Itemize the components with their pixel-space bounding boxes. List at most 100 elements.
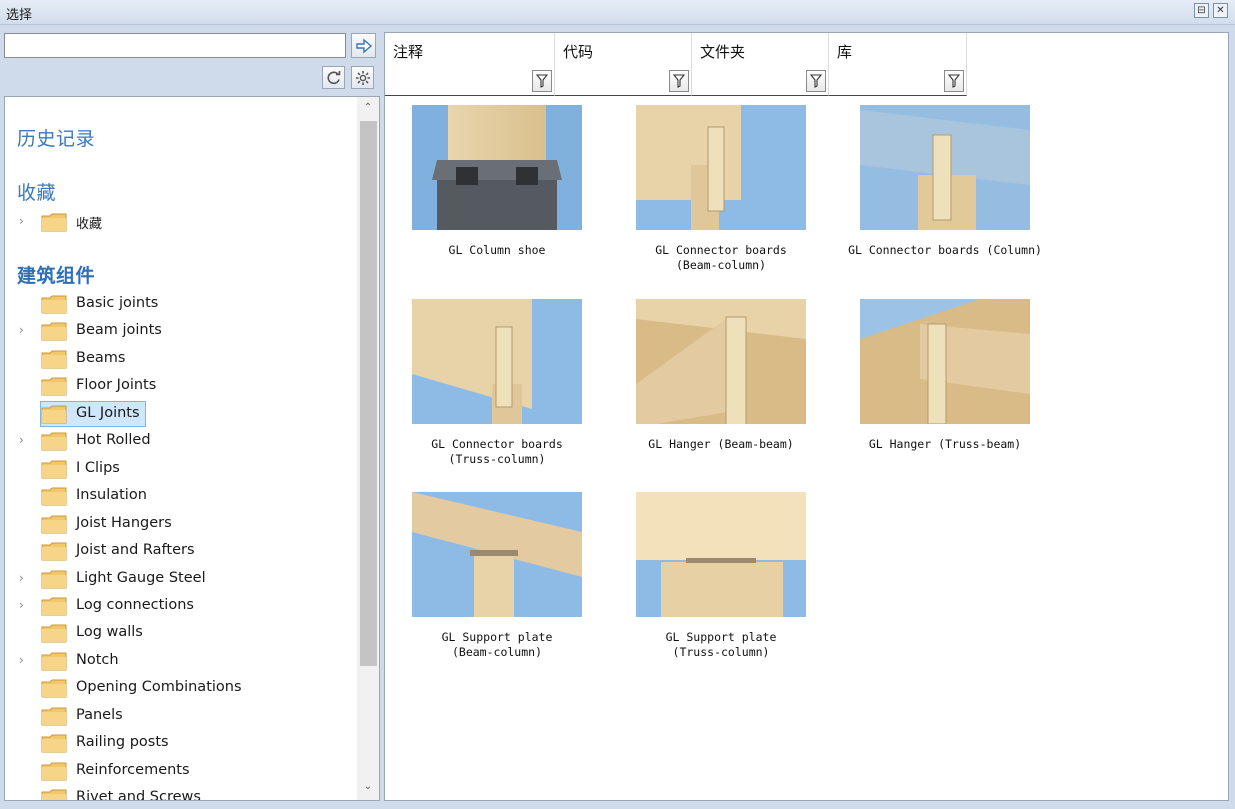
chevron-right-icon[interactable]: › bbox=[19, 215, 29, 227]
filter-button[interactable] bbox=[669, 70, 689, 92]
tree-item[interactable]: › Beam joints bbox=[13, 318, 353, 344]
tree-item[interactable]: › Light Gauge Steel bbox=[13, 566, 353, 592]
thumbnail-image[interactable] bbox=[636, 299, 806, 424]
chevron-right-icon[interactable]: › bbox=[19, 599, 29, 611]
component-thumbnail[interactable]: GL Connector boards (Truss-column) bbox=[412, 299, 632, 479]
folder-icon bbox=[41, 597, 67, 616]
component-thumbnail[interactable]: GL Support plate (Truss-column) bbox=[636, 492, 856, 672]
tree-item-label: Joist Hangers bbox=[76, 514, 172, 531]
folder-icon bbox=[41, 405, 67, 424]
thumbnail-caption: GL Hanger (Beam-beam) bbox=[648, 437, 794, 451]
chevron-right-icon[interactable]: › bbox=[19, 572, 29, 584]
filter-button[interactable] bbox=[944, 70, 964, 92]
thumbnail-caption: GL Support plate (Truss-column) bbox=[665, 630, 777, 659]
scrollbar-thumb[interactable] bbox=[360, 121, 377, 666]
tree-item-label: Floor Joints bbox=[76, 377, 157, 394]
settings-button[interactable] bbox=[351, 66, 374, 89]
tree-item-label: GL Joints bbox=[76, 404, 140, 421]
search-input[interactable] bbox=[4, 33, 346, 58]
thumbnail-image[interactable] bbox=[636, 105, 806, 230]
tree-item-label: Railing posts bbox=[76, 734, 169, 751]
tree-item[interactable]: Reinforcements bbox=[13, 758, 353, 784]
folder-icon bbox=[41, 213, 67, 232]
close-icon[interactable]: ✕ bbox=[1213, 3, 1228, 18]
folder-icon bbox=[41, 460, 67, 479]
refresh-button[interactable] bbox=[322, 66, 345, 89]
folder-icon bbox=[41, 570, 67, 588]
folder-icon bbox=[41, 377, 67, 396]
content-panel: 注释 代码 文件夹 库 GL Column shoe GL Connector boar… bbox=[384, 32, 1229, 801]
column-header[interactable]: 代码 bbox=[555, 33, 692, 96]
component-thumbnail[interactable]: GL Hanger (Beam-beam) bbox=[636, 299, 856, 479]
go-button[interactable] bbox=[351, 33, 376, 58]
tree-item[interactable]: Panels bbox=[13, 703, 353, 729]
column-header[interactable]: 文件夹 bbox=[692, 33, 829, 96]
thumbnail-caption: GL Hanger (Truss-beam) bbox=[868, 437, 1022, 451]
tree-item[interactable]: › Notch bbox=[13, 648, 353, 674]
thumbnail-image[interactable] bbox=[412, 299, 582, 424]
tree-item-label: Panels bbox=[76, 706, 123, 723]
filter-button[interactable] bbox=[806, 70, 826, 92]
tree-item[interactable]: Joist and Rafters bbox=[13, 538, 353, 564]
tree-item[interactable]: Beams bbox=[13, 346, 353, 372]
tree-item[interactable]: Railing posts bbox=[13, 730, 353, 756]
tree-item-label: Light Gauge Steel bbox=[76, 569, 206, 586]
thumbnail-image[interactable] bbox=[412, 492, 582, 617]
window-title: 选择 bbox=[6, 8, 33, 23]
thumbnail-image[interactable] bbox=[860, 105, 1030, 230]
favorites-section-title[interactable]: 收藏 bbox=[17, 178, 56, 205]
filter-button[interactable] bbox=[532, 70, 552, 92]
component-thumbnail[interactable]: GL Connector boards (Beam-column) bbox=[636, 105, 856, 285]
thumbnail-image[interactable] bbox=[860, 299, 1030, 424]
folder-icon bbox=[41, 707, 67, 726]
tree-item[interactable]: Basic joints bbox=[13, 291, 353, 317]
arrow-right-icon bbox=[355, 37, 372, 54]
thumbnail-caption: GL Column shoe bbox=[448, 243, 546, 257]
chevron-right-icon[interactable]: › bbox=[19, 654, 29, 666]
tree-item[interactable]: Rivet and Screws bbox=[13, 785, 353, 800]
component-thumbnail[interactable]: GL Column shoe bbox=[412, 105, 632, 285]
tree-item[interactable]: Log walls bbox=[13, 620, 353, 646]
tree-item-label: 收藏 bbox=[76, 217, 103, 232]
tree-scrollbar[interactable]: ⌃ ⌄ bbox=[357, 97, 379, 800]
tree-item[interactable]: Insulation bbox=[13, 483, 353, 509]
scroll-down-icon[interactable]: ⌄ bbox=[361, 781, 375, 795]
column-header-label: 库 bbox=[837, 43, 853, 61]
tree-item[interactable]: Opening Combinations bbox=[13, 675, 353, 701]
components-section-title[interactable]: 建筑组件 bbox=[17, 261, 95, 288]
gear-icon bbox=[355, 70, 370, 85]
folder-icon bbox=[41, 734, 67, 753]
tree-item[interactable]: Joist Hangers bbox=[13, 511, 353, 537]
tree-item[interactable]: › Log connections bbox=[13, 593, 353, 619]
folder-icon bbox=[41, 624, 67, 643]
filter-icon bbox=[673, 74, 685, 88]
column-header[interactable]: 库 bbox=[829, 33, 967, 96]
tree-item[interactable]: › Hot Rolled bbox=[13, 428, 353, 454]
tree-item[interactable]: GL Joints bbox=[13, 400, 353, 427]
thumbnail-image[interactable] bbox=[636, 492, 806, 617]
tree-item-label: Notch bbox=[76, 651, 119, 668]
thumbnail-image[interactable] bbox=[412, 105, 582, 230]
tree-item-label: Joist and Rafters bbox=[76, 542, 195, 559]
filter-icon bbox=[536, 74, 548, 88]
chevron-right-icon[interactable]: › bbox=[19, 434, 29, 446]
column-header[interactable]: 注释 bbox=[385, 33, 555, 96]
chevron-right-icon[interactable]: › bbox=[19, 324, 29, 336]
pin-icon[interactable]: ⊟ bbox=[1194, 3, 1209, 18]
tree-item[interactable]: Floor Joints bbox=[13, 373, 353, 399]
search-toolbar bbox=[4, 32, 378, 94]
tree-item-label: Beam joints bbox=[76, 322, 162, 339]
scroll-up-icon[interactable]: ⌃ bbox=[361, 102, 375, 116]
tree-item-favorites[interactable]: › 收藏 bbox=[13, 209, 353, 235]
tree-item-label: Hot Rolled bbox=[76, 432, 151, 449]
folder-icon bbox=[41, 432, 67, 451]
column-header-label: 代码 bbox=[563, 43, 594, 61]
component-thumbnail[interactable]: GL Connector boards (Column) bbox=[848, 105, 1080, 285]
component-thumbnail[interactable]: GL Support plate (Beam-column) bbox=[412, 492, 632, 672]
component-thumbnail[interactable]: GL Hanger (Truss-beam) bbox=[860, 299, 1080, 479]
refresh-icon bbox=[327, 70, 340, 84]
folder-icon bbox=[41, 542, 67, 561]
tree-item-label: Basic joints bbox=[76, 295, 159, 311]
tree-item[interactable]: I Clips bbox=[13, 456, 353, 482]
history-section-title[interactable]: 历史记录 bbox=[17, 124, 95, 151]
